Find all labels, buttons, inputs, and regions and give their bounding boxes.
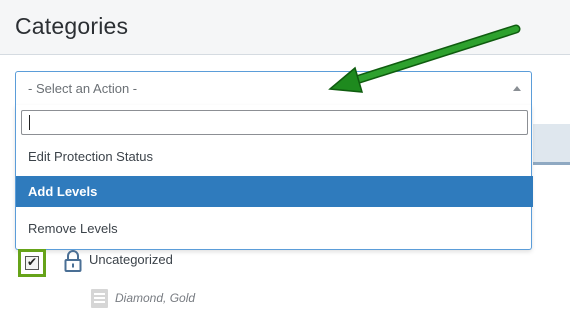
annotation-arrow bbox=[328, 24, 521, 93]
